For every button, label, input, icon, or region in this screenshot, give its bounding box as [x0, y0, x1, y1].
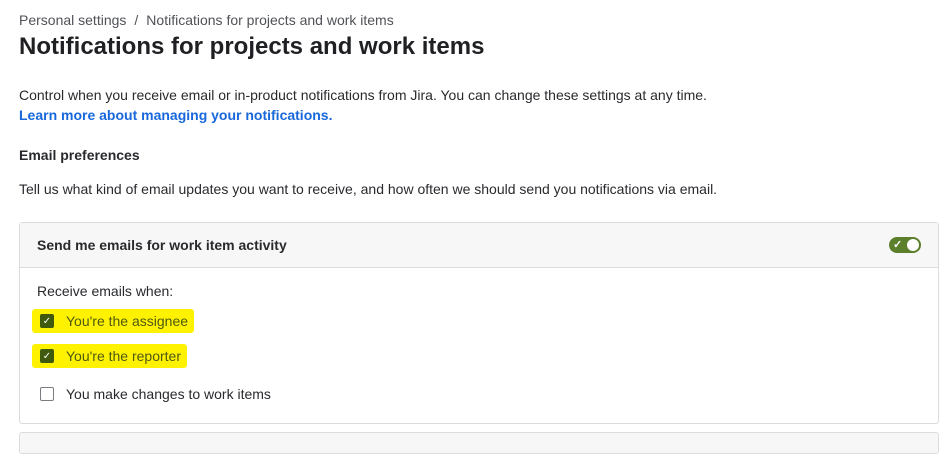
checkbox-unchecked-icon — [40, 387, 54, 401]
toggle-knob — [907, 239, 919, 251]
breadcrumb-separator: / — [134, 12, 139, 28]
email-preferences-description: Tell us what kind of email updates you w… — [19, 181, 718, 197]
breadcrumb-personal-settings[interactable]: Personal settings — [19, 12, 126, 28]
checkbox-label: You're the assignee — [66, 313, 189, 329]
work-item-email-card: Send me emails for work item activity ✓ … — [19, 222, 939, 424]
page-title: Notifications for projects and work item… — [19, 33, 485, 60]
next-card — [19, 432, 939, 454]
check-icon: ✓ — [893, 239, 903, 251]
checkbox-make-changes[interactable]: You make changes to work items — [32, 382, 277, 406]
learn-more-link[interactable]: Learn more about managing your notificat… — [19, 107, 332, 123]
checkbox-assignee[interactable]: ✓ You're the assignee — [32, 309, 195, 333]
breadcrumb-current[interactable]: Notifications for projects and work item… — [146, 12, 393, 28]
email-preferences-heading: Email preferences — [19, 147, 140, 163]
page-description: Control when you receive email or in-pro… — [19, 87, 707, 103]
checkbox-checked-icon: ✓ — [40, 349, 54, 363]
card-title: Send me emails for work item activity — [37, 237, 287, 253]
receive-emails-label: Receive emails when: — [37, 283, 174, 299]
work-item-emails-toggle[interactable]: ✓ — [889, 237, 921, 253]
card-header: Send me emails for work item activity ✓ — [20, 223, 938, 268]
checkbox-label: You make changes to work items — [66, 386, 271, 402]
breadcrumb: Personal settings / Notifications for proj… — [19, 12, 394, 28]
checkbox-reporter[interactable]: ✓ You're the reporter — [32, 344, 188, 368]
checkbox-checked-icon: ✓ — [40, 314, 54, 328]
checkbox-label: You're the reporter — [66, 348, 182, 364]
